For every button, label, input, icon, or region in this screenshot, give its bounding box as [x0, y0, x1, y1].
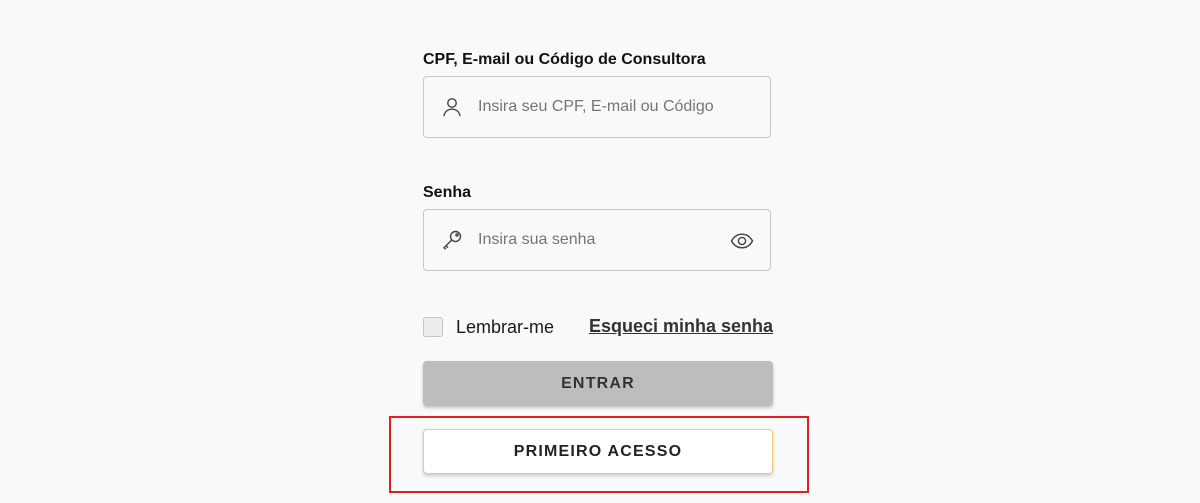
password-field-label: Senha	[423, 184, 472, 201]
user-icon	[443, 98, 461, 117]
first-access-button[interactable]: PRIMEIRO ACESSO	[423, 429, 773, 474]
remember-me-label: Lembrar-me	[456, 316, 555, 337]
enter-button[interactable]: ENTRAR	[423, 361, 773, 406]
user-field-label: CPF, E-mail ou Código de Consultora	[423, 51, 706, 68]
user-input[interactable]	[478, 77, 718, 137]
remember-me[interactable]: Lembrar-me	[423, 315, 554, 339]
user-field-container[interactable]	[423, 76, 771, 138]
remember-me-checkbox[interactable]	[423, 317, 443, 337]
key-icon	[443, 230, 462, 250]
forgot-password-link[interactable]: Esqueci minha senha	[589, 316, 773, 337]
password-input[interactable]	[478, 210, 718, 270]
login-page: CPF, E-mail ou Código de Consultora Senh…	[0, 0, 1200, 503]
eye-icon[interactable]	[730, 229, 754, 253]
password-field-container[interactable]	[423, 209, 771, 271]
